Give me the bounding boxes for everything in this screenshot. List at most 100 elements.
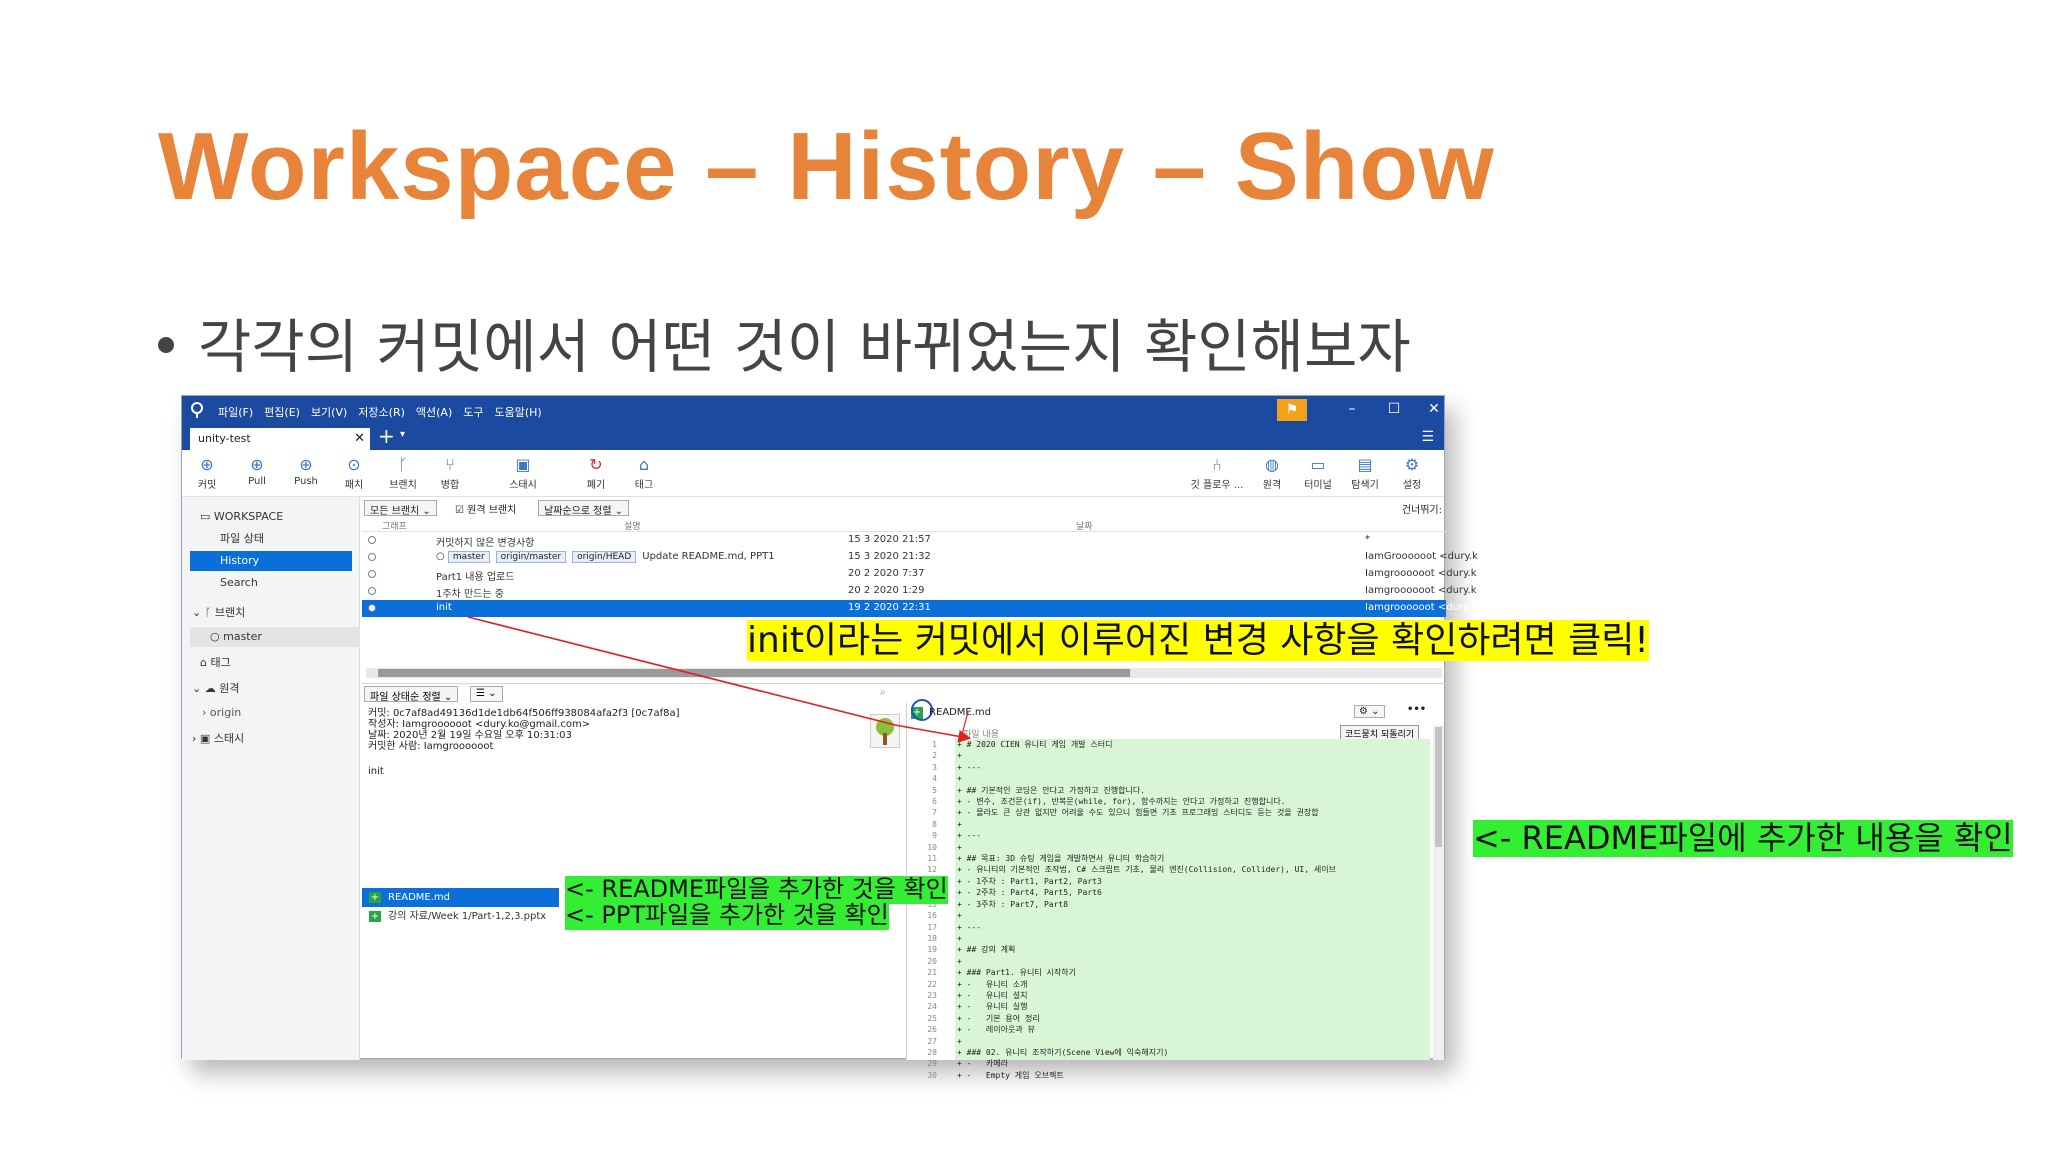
- branch-filter-dropdown[interactable]: 모든 브랜치 ⌄: [364, 500, 437, 517]
- tab-dropdown-icon[interactable]: ▾: [400, 429, 405, 440]
- sidebar-workspace-header: ▭ WORKSPACE: [182, 507, 360, 527]
- sourcetree-window: 파일(F) 편집(E) 보기(V) 저장소(R) 액션(A) 도구 도움말(H)…: [181, 395, 1478, 1080]
- sidebar-stashes-header[interactable]: › ▣ 스태시: [182, 729, 360, 749]
- terminal-button[interactable]: ▭ 터미널: [1293, 454, 1343, 491]
- diff-line: + ### Part1. 유니티 시작하기: [957, 968, 1076, 978]
- commit-date-detail: 날짜: 2020년 2월 19일 수요일 오후 10:31:03: [368, 730, 572, 741]
- search-icon[interactable]: ⌕: [880, 687, 886, 698]
- commit-date: 20 2 2020 1:29: [848, 585, 925, 596]
- scrollbar-thumb[interactable]: [378, 669, 1130, 677]
- graph-column-header[interactable]: 그래프: [382, 519, 407, 532]
- branch-tag[interactable]: origin/HEAD: [572, 551, 637, 563]
- commit-button[interactable]: ⊕ 커밋: [182, 454, 232, 491]
- tag-icon: ⌂: [200, 656, 211, 669]
- tags-label: 태그: [210, 656, 231, 669]
- gitflow-label: 깃 플로우 ...: [1190, 480, 1244, 491]
- scrollbar-thumb[interactable]: [1435, 727, 1442, 847]
- commit-row[interactable]: 커밋하지 않은 변경사항 15 3 2020 21:57 *: [362, 532, 1446, 549]
- sidebar-remotes-header[interactable]: ⌄ ☁ 원격: [182, 679, 360, 699]
- commit-list: 커밋하지 않은 변경사항 15 3 2020 21:57 * ○ master ori…: [362, 532, 1478, 617]
- history-label: History: [220, 554, 260, 567]
- discard-button[interactable]: ↻ 폐기: [571, 454, 621, 491]
- tab-unity-test[interactable]: unity-test ✕: [190, 428, 370, 450]
- commit-hash: 커밋: 0c7af8ad49136d1de1db64f506ff938084af…: [368, 708, 680, 719]
- gitflow-button[interactable]: ⑃ 깃 플로우 ...: [1187, 454, 1247, 491]
- diff-line-number: 4: [932, 774, 937, 784]
- diff-header: + README.md ⚙ ⌄ •••: [907, 699, 1430, 725]
- diff-line: + - Empty 게임 오브젝트: [957, 1070, 1064, 1080]
- sidebar-item-history[interactable]: History: [190, 551, 352, 571]
- tag-button[interactable]: ⌂ 태그: [619, 454, 669, 491]
- branch-tag[interactable]: origin/master: [495, 551, 567, 563]
- commit-description: 커밋하지 않은 변경사항: [436, 538, 535, 549]
- diff-options-dropdown[interactable]: ⚙ ⌄: [1354, 705, 1385, 718]
- chevron-right-icon: ›: [202, 706, 210, 719]
- sidebar-tags-header[interactable]: ⌂ 태그: [182, 653, 360, 673]
- branch-button[interactable]: ᚴ 브랜치: [378, 454, 428, 491]
- slide-title: Workspace – History – Show: [158, 113, 1495, 220]
- branch-label: 브랜치: [389, 480, 417, 491]
- commit-details: 커밋: 0c7af8ad49136d1de1db64f506ff938084af…: [368, 708, 788, 777]
- diff-line: + - 변수, 조건문(if), 반복문(while, for), 함수까지는 …: [957, 797, 1286, 807]
- file-status-sort-dropdown[interactable]: 파일 상태순 정렬 ⌄: [364, 686, 459, 703]
- diff-line: + ---: [957, 831, 982, 841]
- tag-icon: ⌂: [638, 455, 650, 474]
- sidebar-item-search[interactable]: Search: [182, 573, 360, 593]
- remote-branches-label: 원격 브랜치: [467, 505, 517, 516]
- settings-button[interactable]: ⚙ 설정: [1387, 454, 1437, 491]
- branch-filter-label: 모든 브랜치: [370, 506, 420, 517]
- commit-row[interactable]: ○ master origin/master origin/HEAD Update R…: [362, 549, 1478, 566]
- diff-line-numbers: 1234567891011121314151617181920212223242…: [911, 739, 937, 1081]
- description-column-header[interactable]: 설명: [624, 519, 641, 532]
- view-mode-dropdown[interactable]: ☰ ⌄: [470, 686, 503, 702]
- pull-button[interactable]: ⊕ Pull: [232, 454, 282, 487]
- minimize-icon[interactable]: –: [1340, 401, 1364, 417]
- date-column-header[interactable]: 날짜: [1076, 519, 1093, 532]
- changed-file-row[interactable]: + 강의 자료/Week 1/Part-1,2,3.pptx: [362, 907, 559, 926]
- commit-description: init: [436, 602, 452, 613]
- history-horizontal-scrollbar[interactable]: [366, 668, 1442, 678]
- menu-edit[interactable]: 편집(E): [264, 404, 300, 420]
- maximize-icon[interactable]: ☐: [1382, 401, 1406, 417]
- close-window-icon[interactable]: ✕: [1422, 401, 1446, 417]
- hamburger-menu-icon[interactable]: ☰: [1421, 429, 1434, 445]
- branches-label: 브랜치: [214, 606, 246, 619]
- commit-date: 15 3 2020 21:32: [848, 551, 931, 562]
- sidebar-item-master[interactable]: ○ master: [190, 627, 360, 647]
- menu-help[interactable]: 도움말(H): [495, 404, 542, 420]
- explorer-button[interactable]: ▤ 탐색기: [1340, 454, 1390, 491]
- fetch-button[interactable]: ⊙ 패치: [329, 454, 379, 491]
- push-button[interactable]: ⊕ Push: [281, 454, 331, 487]
- diff-vertical-scrollbar[interactable]: [1433, 725, 1444, 1060]
- sidebar-item-file-status[interactable]: 파일 상태: [182, 529, 360, 549]
- menu-repository[interactable]: 저장소(R): [358, 404, 405, 420]
- remote-branches-checkbox[interactable]: ☑ 원격 브랜치: [450, 500, 521, 516]
- new-tab-icon[interactable]: +: [378, 424, 395, 448]
- terminal-label: 터미널: [1304, 480, 1332, 491]
- sidebar-item-origin[interactable]: › origin: [182, 703, 360, 723]
- close-tab-icon[interactable]: ✕: [354, 431, 365, 446]
- file-added-icon: +: [369, 911, 381, 922]
- branch-tag[interactable]: master: [447, 551, 490, 563]
- flag-icon[interactable]: ⚑: [1277, 399, 1307, 421]
- stash-button[interactable]: ▣ 스태시: [498, 454, 548, 491]
- menu-view[interactable]: 보기(V): [311, 404, 347, 420]
- diff-line: + ## 기본적인 코딩은 안다고 가정하고 진행합니다.: [957, 785, 1146, 795]
- sidebar-branches-header[interactable]: ⌄ ᚴ 브랜치: [182, 603, 360, 623]
- commit-row[interactable]: Part1 내용 업로드 20 2 2020 7:37 Iamgroooooot <…: [362, 566, 1477, 583]
- menu-file[interactable]: 파일(F): [218, 404, 253, 420]
- changed-file-row-selected[interactable]: + README.md: [362, 888, 559, 907]
- menu-tools[interactable]: 도구: [463, 404, 483, 420]
- diff-line: + ---: [957, 762, 982, 772]
- sort-dropdown[interactable]: 날짜순으로 정렬 ⌄: [538, 500, 630, 517]
- more-options-icon[interactable]: •••: [1407, 704, 1426, 715]
- merge-button[interactable]: ⑂ 병합: [425, 454, 475, 491]
- remote-button[interactable]: ◍ 원격: [1247, 454, 1297, 491]
- bullet-text: 각각의 커밋에서 어떤 것이 바뀌었는지 확인해보자: [198, 313, 1411, 381]
- chevron-down-icon: ⌄: [192, 682, 205, 695]
- diff-line-number: 5: [932, 785, 937, 795]
- commit-author: *: [1365, 534, 1370, 545]
- commit-row-selected[interactable]: init 19 2 2020 22:31 Iamgroooooot <dury.k: [362, 600, 1477, 617]
- commit-row[interactable]: 1주차 만드는 중 20 2 2020 1:29 Iamgroooooot <dur…: [362, 583, 1477, 600]
- menu-actions[interactable]: 액션(A): [416, 404, 452, 420]
